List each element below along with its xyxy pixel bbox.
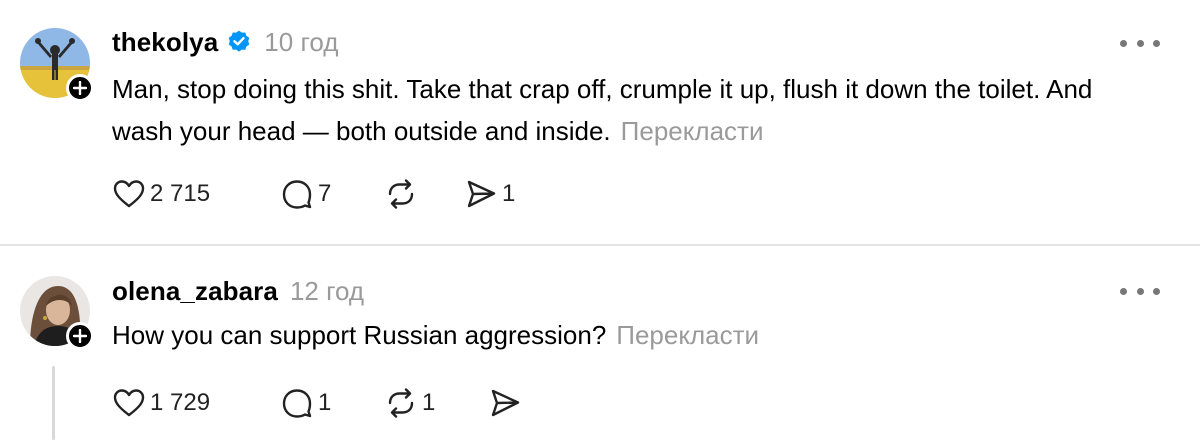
post-olena-zabara: olena_zabara 12 год How you can support … [0, 246, 1200, 441]
repost-count: 1 [422, 389, 436, 416]
more-icon[interactable] [1120, 33, 1160, 53]
avatar-wrap[interactable] [20, 276, 94, 350]
post-actions: 2 715 7 1 [112, 174, 515, 214]
reply-count: 7 [318, 180, 332, 207]
thread-line [52, 366, 55, 440]
post-time[interactable]: 12 год [290, 276, 364, 307]
avatar-wrap[interactable] [20, 28, 94, 102]
more-icon[interactable] [1120, 281, 1160, 301]
comment-icon [282, 389, 312, 418]
repost-icon [388, 179, 414, 209]
comment-button[interactable]: 1 [280, 386, 384, 420]
username[interactable]: olena_zabara [112, 276, 278, 307]
repost-icon [388, 388, 414, 418]
post-thekolya: thekolya 10 год Man, stop doing this shi… [0, 0, 1200, 244]
like-count: 1 729 [150, 389, 211, 416]
post-actions: 1 729 1 1 [112, 383, 526, 423]
post-header: thekolya 10 год [112, 24, 338, 60]
share-button[interactable] [488, 386, 526, 420]
username[interactable]: thekolya [112, 27, 218, 58]
post-text: How you can support Russian aggression? П… [112, 314, 1152, 356]
repost-button[interactable] [384, 177, 464, 211]
share-count: 1 [502, 180, 516, 207]
comment-icon [282, 180, 312, 209]
like-count: 2 715 [150, 180, 211, 207]
reply-count: 1 [318, 389, 332, 416]
translate-link[interactable]: Перекласти [616, 320, 759, 350]
share-icon [491, 389, 520, 417]
repost-button[interactable]: 1 [384, 386, 488, 420]
post-body: Man, stop doing this shit. Take that cra… [112, 74, 1093, 146]
verified-badge-icon [229, 30, 250, 52]
heart-icon [113, 180, 145, 208]
translate-link[interactable]: Перекласти [621, 116, 764, 146]
share-icon [467, 180, 496, 208]
follow-plus-icon[interactable] [66, 322, 94, 350]
like-button[interactable]: 2 715 [112, 177, 280, 211]
heart-icon [113, 389, 145, 417]
post-text: Man, stop doing this shit. Take that cra… [112, 68, 1152, 152]
comment-button[interactable]: 7 [280, 177, 384, 211]
post-header: olena_zabara 12 год [112, 273, 364, 309]
follow-plus-icon[interactable] [66, 74, 94, 102]
post-body: How you can support Russian aggression? [112, 320, 607, 350]
post-time[interactable]: 10 год [264, 27, 338, 58]
like-button[interactable]: 1 729 [112, 386, 280, 420]
share-button[interactable]: 1 [464, 177, 515, 211]
